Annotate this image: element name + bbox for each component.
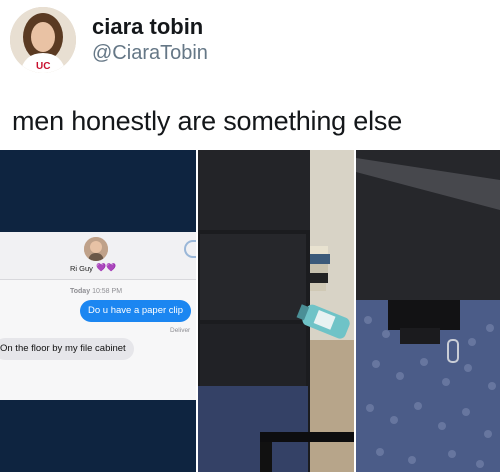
person-avatar-icon[interactable] <box>84 237 108 261</box>
tweet-image-grid[interactable]: Ri Guy 💜💜 Today 10:58 PM Do u have a pap… <box>0 150 500 472</box>
file-cabinet-photo[interactable] <box>198 150 354 472</box>
timestamp-day: Today <box>70 288 91 295</box>
contact-emoji: 💜💜 <box>96 263 116 272</box>
message-thread: Ri Guy 💜💜 Today 10:58 PM Do u have a pap… <box>0 232 196 400</box>
text-message-screenshot[interactable]: Ri Guy 💜💜 Today 10:58 PM Do u have a pap… <box>0 150 196 472</box>
conversation-header: Ri Guy 💜💜 <box>0 232 196 280</box>
chevron-left-icon[interactable] <box>184 240 196 258</box>
message-timestamp: Today 10:58 PM <box>70 288 122 295</box>
contact-name: Ri Guy <box>70 264 93 273</box>
file-cabinet-photo-image <box>198 150 354 472</box>
tweet-text: men honestly are something else <box>12 106 403 136</box>
floor-closeup-photo[interactable] <box>356 150 500 472</box>
incoming-message-bubble[interactable]: On the floor by my file cabinet <box>0 338 134 360</box>
profile-avatar[interactable]: UC <box>10 7 76 73</box>
timestamp-time: 10:58 PM <box>92 288 123 295</box>
outgoing-message-bubble[interactable]: Do u have a paper clip <box>80 300 192 322</box>
svg-text:UC: UC <box>36 61 50 72</box>
tweet-header: UC ciara tobin @CiaraTobin men honestly … <box>0 0 500 150</box>
floor-closeup-photo-image <box>356 150 500 472</box>
user-handle[interactable]: @CiaraTobin <box>92 42 208 65</box>
delivery-status: Deliver <box>170 327 191 334</box>
display-name[interactable]: ciara tobin <box>92 14 203 40</box>
